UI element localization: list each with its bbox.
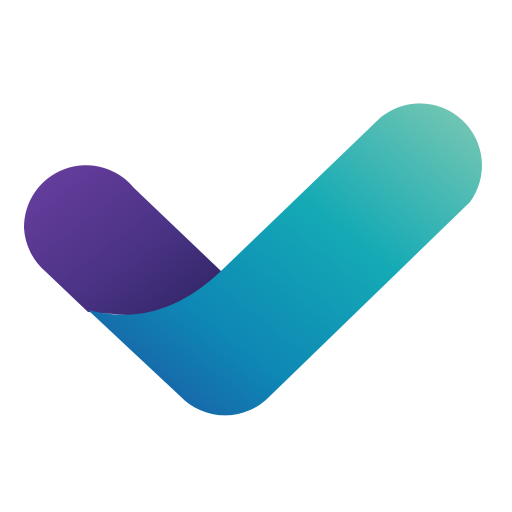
checkmark-icon [23, 103, 482, 416]
logo-canvas [0, 0, 512, 512]
checkmark-short-stroke [23, 165, 223, 316]
